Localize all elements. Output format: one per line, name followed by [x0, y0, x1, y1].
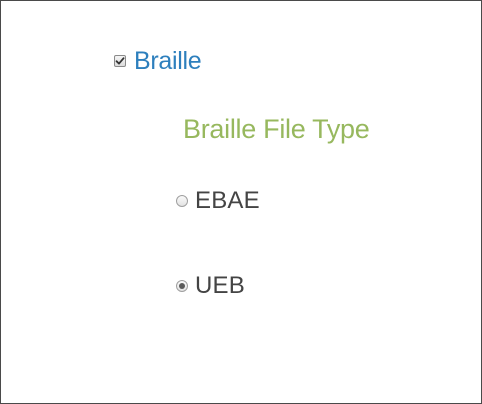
- ebae-radio-label: EBAE: [195, 187, 260, 214]
- checkmark-icon: [115, 57, 125, 65]
- radio-option-ebae[interactable]: EBAE: [176, 185, 260, 217]
- braille-options-panel: Braille Braille File Type EBAE UEB: [0, 0, 482, 404]
- ebae-radio-button[interactable]: [176, 195, 188, 207]
- radio-option-ueb[interactable]: UEB: [176, 270, 245, 302]
- braille-file-type-heading: Braille File Type: [183, 114, 370, 144]
- braille-checkbox[interactable]: [114, 55, 126, 67]
- ueb-radio-label: UEB: [195, 272, 245, 299]
- ueb-radio-button[interactable]: [176, 280, 188, 292]
- radio-dot-icon: [179, 283, 185, 289]
- braille-checkbox-label: Braille: [134, 46, 202, 75]
- braille-checkbox-row[interactable]: Braille: [114, 45, 202, 77]
